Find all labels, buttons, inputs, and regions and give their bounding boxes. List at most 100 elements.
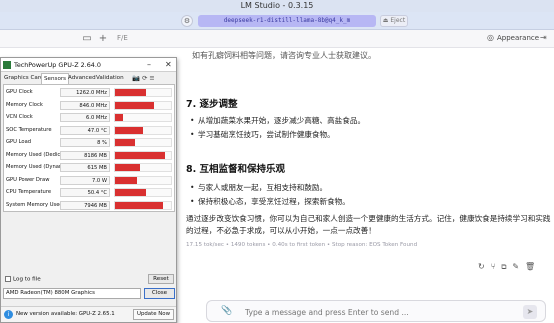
cut-line: 如有孔癖饲料相等问题，请咨询专业人士获取建议。 xyxy=(192,51,376,60)
sensor-row: Memory Used (Dynamic) 615 MB xyxy=(4,162,174,173)
regenerate-icon[interactable]: ↻ xyxy=(478,262,491,271)
sensor-graph-fill xyxy=(115,101,155,109)
sensor-value: 7946 MB xyxy=(60,200,110,210)
panel-toggle-icon[interactable]: ⇥ xyxy=(540,33,547,42)
appearance-icon[interactable]: ◎ xyxy=(487,33,494,42)
summary-paragraph: 通过逐步改变饮食习惯，你可以为自己和家人创造一个更健康的生活方式。记住，健康饮食… xyxy=(186,214,551,235)
sensor-row: SOC Temperature 47.0 °C xyxy=(4,125,174,136)
message-input[interactable] xyxy=(245,306,445,318)
model-toolbar: ⚙ deepseek-r1-distill-llama-8b@q4_k_m ⏏ … xyxy=(0,12,554,30)
chat-input-box: 📎 ➤ xyxy=(206,300,546,322)
list-item: 保持积极心态，享受烹饪过程，探索新食物。 xyxy=(190,196,350,207)
sensor-graph xyxy=(114,113,172,122)
sensor-value: 50.4 °C xyxy=(60,188,110,197)
model-selector[interactable]: deepseek-r1-distill-llama-8b@q4_k_m xyxy=(198,15,376,27)
info-icon: i xyxy=(4,310,13,319)
eject-button[interactable]: ⏏ Eject xyxy=(380,15,408,27)
log-to-file-row[interactable]: Log to file xyxy=(5,276,41,283)
sensor-label: SOC Temperature xyxy=(6,126,52,133)
sensor-row: CPU Temperature 50.4 °C xyxy=(4,187,174,198)
update-text: New version available: GPU-Z 2.65.1 xyxy=(16,311,115,317)
sensor-graph-fill xyxy=(115,126,143,134)
sensor-value: 615 MB xyxy=(60,163,110,172)
sensor-value: 1262.0 MHz xyxy=(60,88,110,97)
sensor-list: GPU Clock 1262.0 MHz Memory Clock 846.0 MHz… xyxy=(3,84,175,212)
update-now-button[interactable]: Update Now xyxy=(133,309,174,320)
sensor-label: GPU Clock xyxy=(6,89,33,95)
menu-icon[interactable]: ≡ xyxy=(149,74,154,82)
sensor-graph xyxy=(114,88,172,97)
sensor-label: GPU Load xyxy=(6,139,32,145)
eject-label: Eject xyxy=(390,17,406,24)
sensor-value: 6.0 MHz xyxy=(60,113,110,122)
sensor-label: GPU Power Draw xyxy=(6,176,50,183)
list-item: 学习基础烹饪技巧，尝试制作健康食物。 xyxy=(190,129,335,140)
sensor-label: CPU Temperature xyxy=(6,189,52,195)
sensor-graph xyxy=(114,188,172,197)
delete-icon[interactable]: 🗑 xyxy=(525,262,541,271)
sensor-label: System Memory Used xyxy=(6,201,63,208)
app-titlebar: LM Studio - 0.3.15 xyxy=(0,0,554,12)
sensor-graph-fill xyxy=(115,151,166,159)
sensor-graph-fill xyxy=(115,164,141,171)
sensor-graph xyxy=(114,100,172,110)
tab-advanced[interactable]: Advanced xyxy=(68,75,96,81)
close-button[interactable]: Close xyxy=(144,288,175,299)
empty-area xyxy=(3,213,175,271)
log-label: Log to file xyxy=(13,276,41,283)
appearance-button[interactable]: Appearance xyxy=(497,34,539,42)
close-icon[interactable]: ✕ xyxy=(165,60,172,69)
list-item: 从增加蔬菜水果开始，逐步减少高糖、高盐食品。 xyxy=(190,115,365,126)
copy-icon[interactable]: ⧉ xyxy=(502,262,513,271)
sensor-row: System Memory Used 7946 MB xyxy=(4,200,174,211)
sensor-graph xyxy=(114,125,172,135)
folder-icon[interactable]: ▭ xyxy=(80,32,94,46)
gpu-select[interactable]: AMD Radeon(TM) 880M Graphics xyxy=(3,288,141,299)
sensor-value: 8 % xyxy=(60,138,110,147)
new-chat-button[interactable]: + xyxy=(96,32,110,46)
settings-gear-icon[interactable]: ⚙ xyxy=(181,15,193,27)
sensor-value: 846.0 MHz xyxy=(60,100,110,110)
gpuz-title: TechPowerUp GPU-Z 2.64.0 xyxy=(14,61,101,69)
sensor-row: Memory Used (Dedicated) 8186 MB xyxy=(4,150,174,161)
gpuz-logo-icon xyxy=(3,61,11,69)
attach-icon[interactable]: 📎 xyxy=(221,306,232,316)
generation-stats: 17.15 tok/sec • 1490 tokens • 0.40s to f… xyxy=(186,242,418,248)
tab-label[interactable]: F/E xyxy=(117,34,128,42)
chat-area: 如有孔癖饲料相等问题，请咨询专业人士获取建议。 7. 逐步调整 从增加蔬菜水果开… xyxy=(178,48,554,323)
update-bar: i New version available: GPU-Z 2.65.1 Up… xyxy=(1,306,176,322)
sensor-value: 7.0 W xyxy=(60,175,110,185)
sensor-graph-fill xyxy=(115,139,135,146)
sensor-graph-fill xyxy=(115,176,138,184)
sensor-graph-fill xyxy=(115,114,124,121)
branch-icon[interactable]: ⑂ xyxy=(491,262,502,271)
toolbar-icons: 📷 ⟳ ≡ xyxy=(132,74,155,82)
reset-button[interactable]: Reset xyxy=(148,274,174,284)
sensor-row: VCN Clock 6.0 MHz xyxy=(4,112,174,123)
log-checkbox[interactable] xyxy=(5,276,11,282)
sensor-graph-fill xyxy=(115,201,163,209)
list-item: 与家人或朋友一起，互相支持和鼓励。 xyxy=(190,182,327,193)
tab-validation[interactable]: Validation xyxy=(96,75,124,81)
sensor-value: 47.0 °C xyxy=(60,125,110,135)
minimize-icon[interactable]: – xyxy=(147,60,151,69)
sensor-label: Memory Clock xyxy=(6,101,43,108)
edit-icon[interactable]: ✎ xyxy=(512,262,525,271)
gpuz-titlebar[interactable]: TechPowerUp GPU-Z 2.64.0 – ✕ xyxy=(1,58,176,72)
sensor-row: GPU Power Draw 7.0 W xyxy=(4,175,174,186)
sensor-value: 8186 MB xyxy=(60,150,110,160)
sensor-graph xyxy=(114,163,172,172)
section-heading: 8. 互相监督和保持乐观 xyxy=(186,164,286,175)
refresh-icon[interactable]: ⟳ xyxy=(142,74,147,82)
message-actions: ↻⑂⧉✎🗑 xyxy=(478,262,541,271)
tab-graphics-card[interactable]: Graphics Card xyxy=(4,75,44,81)
tab-sensors[interactable]: Sensors xyxy=(41,73,70,84)
app-title: LM Studio - 0.3.15 xyxy=(240,1,314,10)
sensor-graph xyxy=(114,200,172,210)
sensor-row: Memory Clock 846.0 MHz xyxy=(4,100,174,111)
send-icon[interactable]: ➤ xyxy=(523,305,537,319)
sensor-graph xyxy=(114,138,172,147)
sensor-graph xyxy=(114,150,172,160)
camera-icon[interactable]: 📷 xyxy=(132,74,140,82)
sensor-graph-fill xyxy=(115,89,146,96)
